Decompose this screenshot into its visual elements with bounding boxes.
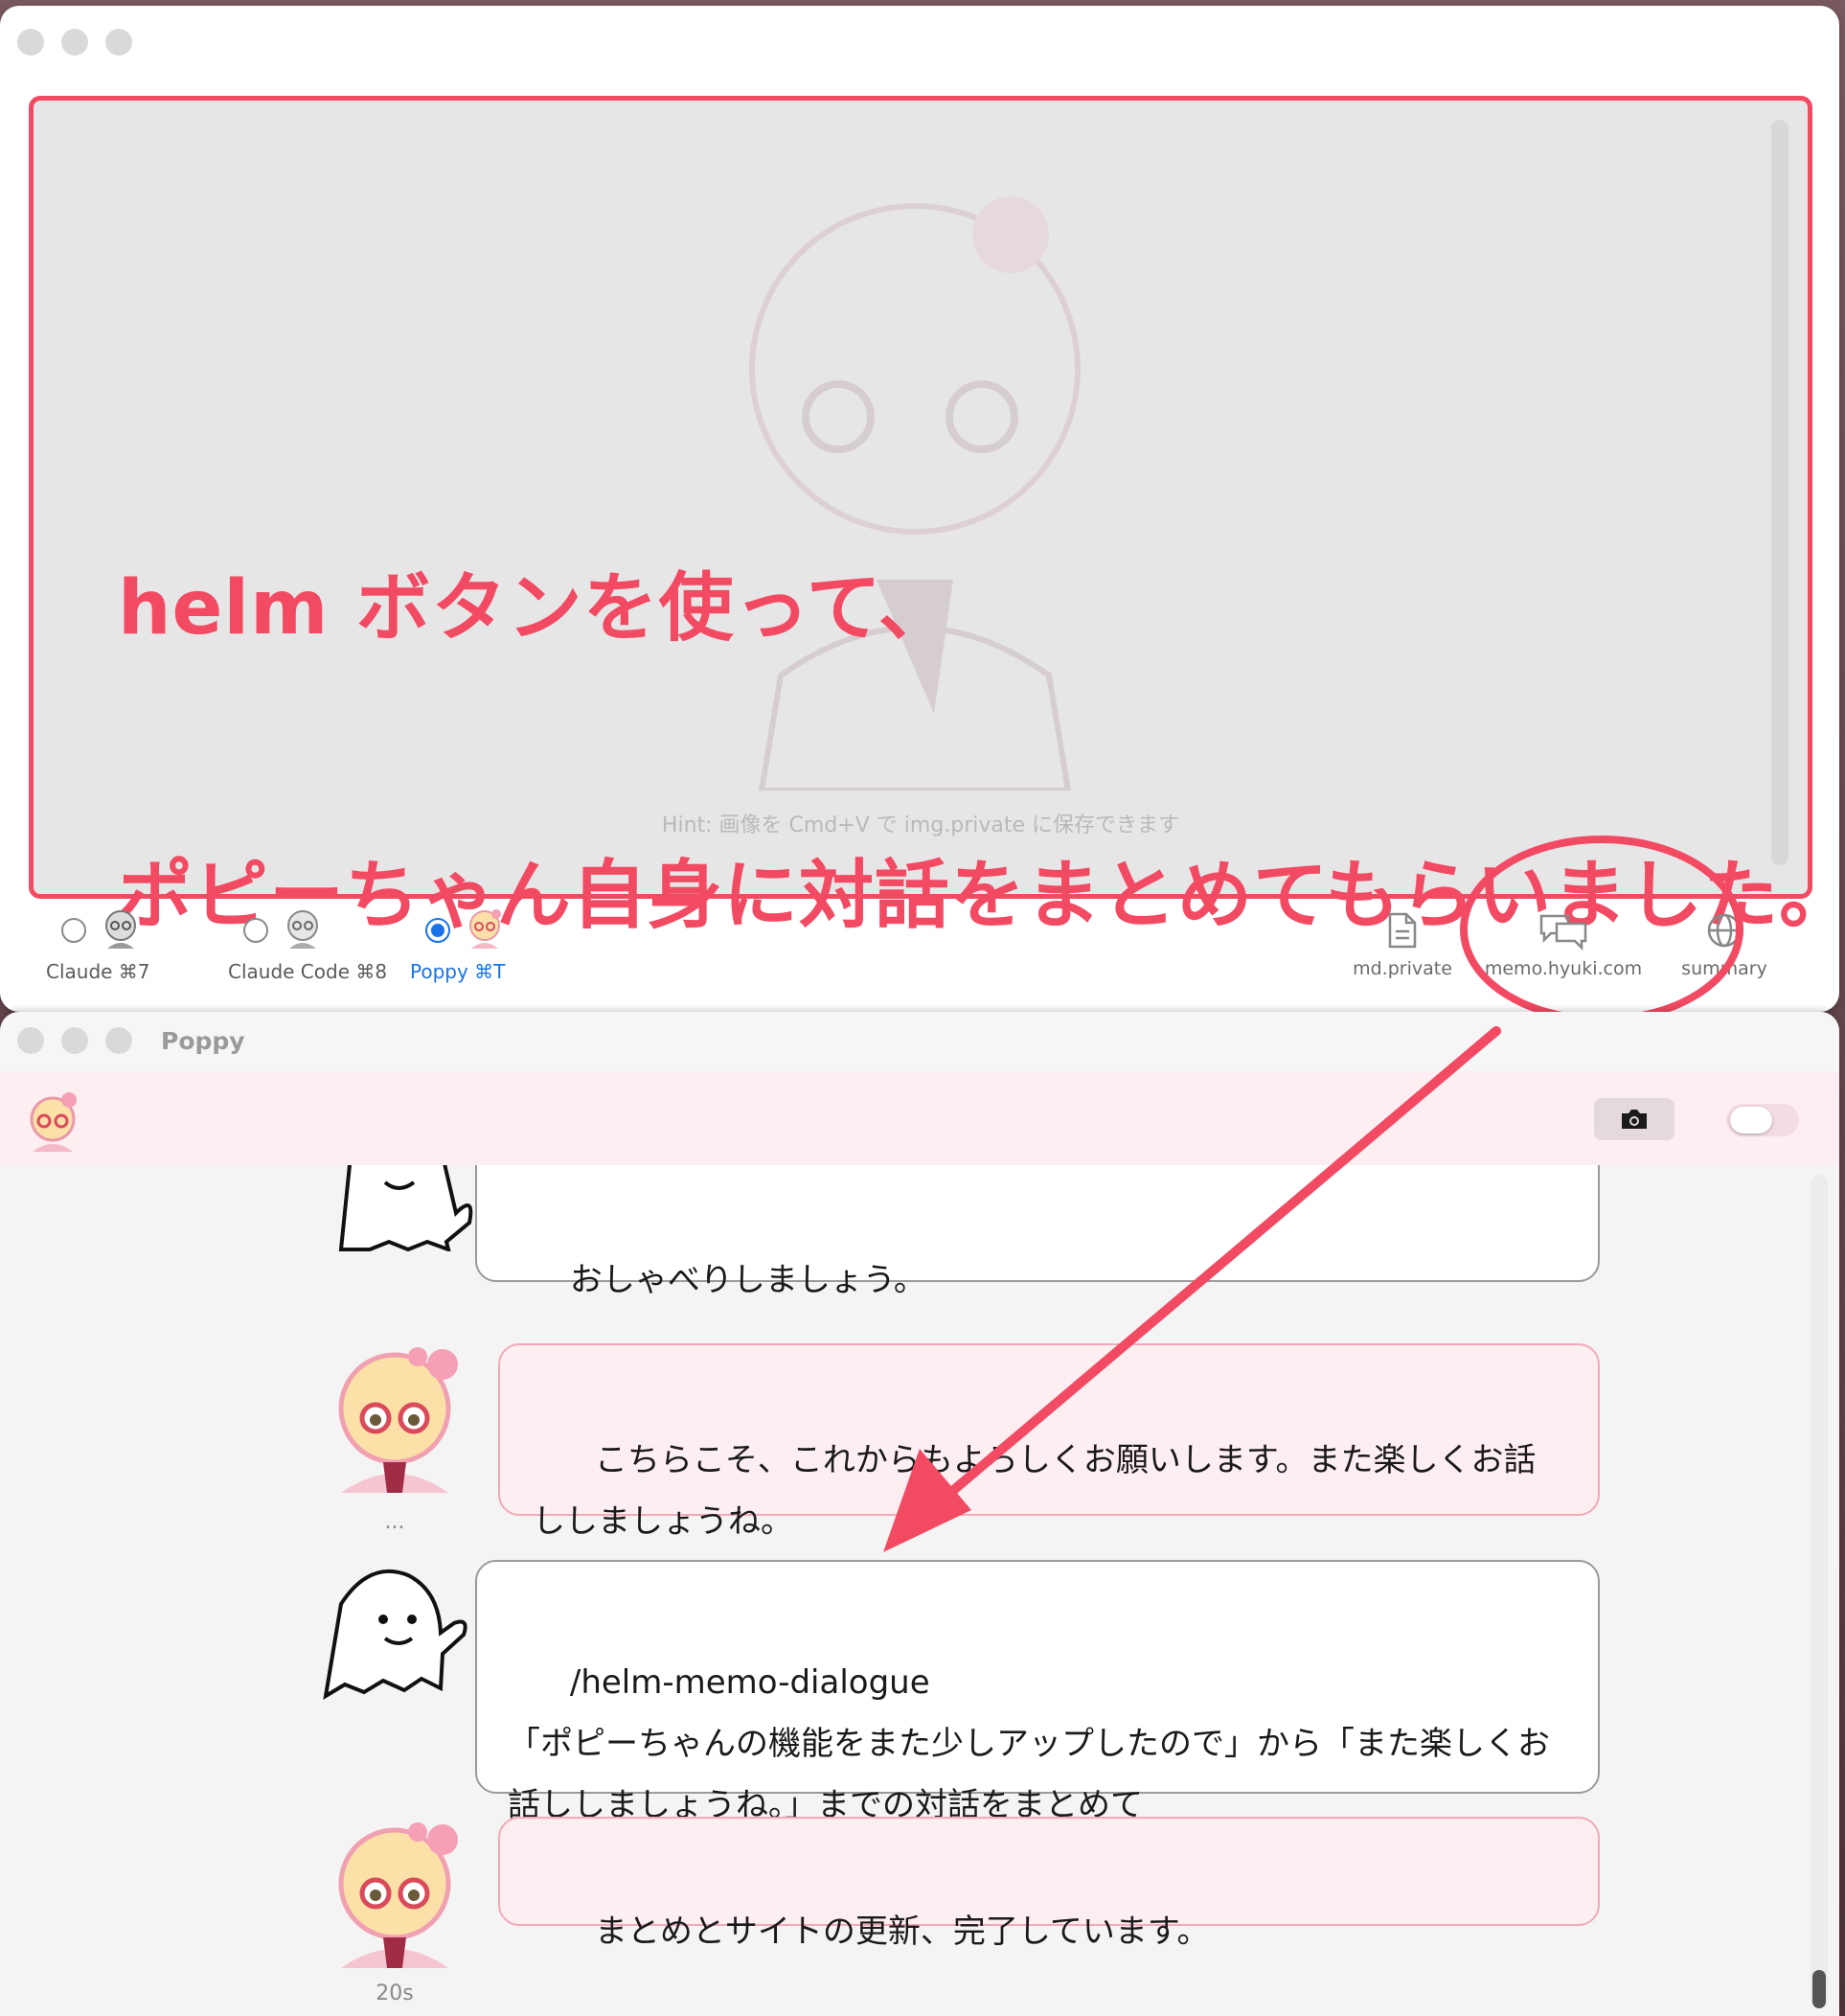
- mode-claude-code[interactable]: Claude Code ⌘8: [220, 906, 402, 993]
- mode-selector: Claude ⌘7 Claude Code ⌘8 Poppy ⌘T: [38, 906, 584, 993]
- minimize-window-button[interactable]: [61, 29, 88, 56]
- summary-button[interactable]: summary: [1644, 906, 1805, 993]
- message-text: まとめとサイトの更新、完了しています。: [594, 1913, 1210, 1951]
- poppy-avatar-icon: [30, 1092, 77, 1152]
- message-text: /helm-memo-dialogue 「ポピーちゃんの機能をまた少しアップした…: [508, 1663, 1550, 1824]
- mode-label: Claude Code ⌘8: [228, 960, 388, 983]
- user-ghost-avatar-icon: [338, 1165, 473, 1251]
- assistant-message-bubble: まとめとサイトの更新、完了しています。: [498, 1817, 1600, 1951]
- window-controls: [17, 29, 132, 56]
- screenshot-button[interactable]: [1594, 1098, 1674, 1140]
- message-editor[interactable]: Hint: 画像を Cmd+V で img.private に保存できます he…: [29, 96, 1839, 939]
- poppy-avatar-icon: [338, 1347, 458, 1493]
- camera-icon: [1622, 1110, 1647, 1129]
- message-meta: 20s: [376, 1982, 414, 2005]
- zoom-window-button[interactable]: [105, 29, 132, 56]
- tool-label: md.private: [1353, 958, 1452, 979]
- window-controls: [17, 1027, 132, 1054]
- close-window-button[interactable]: [17, 29, 44, 56]
- user-ghost-avatar-icon: [323, 1569, 467, 1700]
- globe-icon: [1707, 913, 1742, 948]
- message-text: こちらこそ、これからもよろしくお願いします。また楽しくお話ししましょうね。: [533, 1441, 1537, 1541]
- chat-titlebar: Poppy: [0, 1012, 1839, 1071]
- tool-label: summary: [1681, 958, 1767, 979]
- user-message-bubble: おしゃべりしましょう。: [475, 1165, 1600, 1299]
- claude-code-avatar-icon: [287, 910, 318, 949]
- zoom-window-button[interactable]: [105, 1027, 132, 1054]
- annotation-line-1: helm ボタンを使って、: [118, 565, 954, 652]
- minimize-window-button[interactable]: [61, 1027, 88, 1054]
- poppy-avatar-icon: [338, 1822, 458, 1968]
- poppy-avatar-icon: [469, 909, 501, 949]
- radio-button[interactable]: [243, 918, 268, 943]
- memo-hyuki-button[interactable]: memo.hyuki.com: [1483, 906, 1644, 993]
- mode-claude[interactable]: Claude ⌘7: [38, 906, 220, 993]
- chat-bubbles-icon: [1539, 914, 1587, 951]
- assistant-message-bubble: こちらこそ、これからもよろしくお願いします。また楽しくお話ししましょうね。: [498, 1343, 1600, 1541]
- mode-label: Claude ⌘7: [46, 960, 150, 983]
- md-private-button[interactable]: md.private: [1322, 906, 1483, 993]
- user-message-bubble: /helm-memo-dialogue 「ポピーちゃんの機能をまた少しアップした…: [475, 1560, 1600, 1824]
- tool-buttons: md.private memo.hyuki.com summary: [1322, 906, 1805, 993]
- mode-poppy[interactable]: Poppy ⌘T: [402, 906, 584, 993]
- claude-avatar-icon: [105, 910, 136, 949]
- chat-window: Poppy おしゃべりしましょう。 ... こちらこそ、これからもよろしくお願い…: [0, 1012, 1839, 2016]
- close-window-button[interactable]: [17, 1027, 44, 1054]
- chat-scrollbar[interactable]: [1811, 1175, 1828, 2008]
- window-title: Poppy: [161, 1027, 245, 1055]
- message-text: おしゃべりしましょう。: [569, 1261, 926, 1299]
- document-icon: [1388, 912, 1417, 949]
- tool-label: memo.hyuki.com: [1484, 958, 1643, 979]
- message-meta: ...: [384, 1510, 405, 1534]
- chat-transcript[interactable]: おしゃべりしましょう。 ... こちらこそ、これからもよろしくお願いします。また…: [0, 1165, 1839, 2016]
- radio-button[interactable]: [61, 918, 86, 943]
- chat-toolbar: [0, 1071, 1839, 1165]
- mode-toggle[interactable]: [1726, 1104, 1799, 1136]
- scroll-thumb[interactable]: [1812, 1970, 1826, 2008]
- input-window: Hint: 画像を Cmd+V で img.private に保存できます he…: [0, 6, 1839, 1012]
- mode-label: Poppy ⌘T: [410, 960, 506, 983]
- radio-button-selected[interactable]: [425, 918, 450, 943]
